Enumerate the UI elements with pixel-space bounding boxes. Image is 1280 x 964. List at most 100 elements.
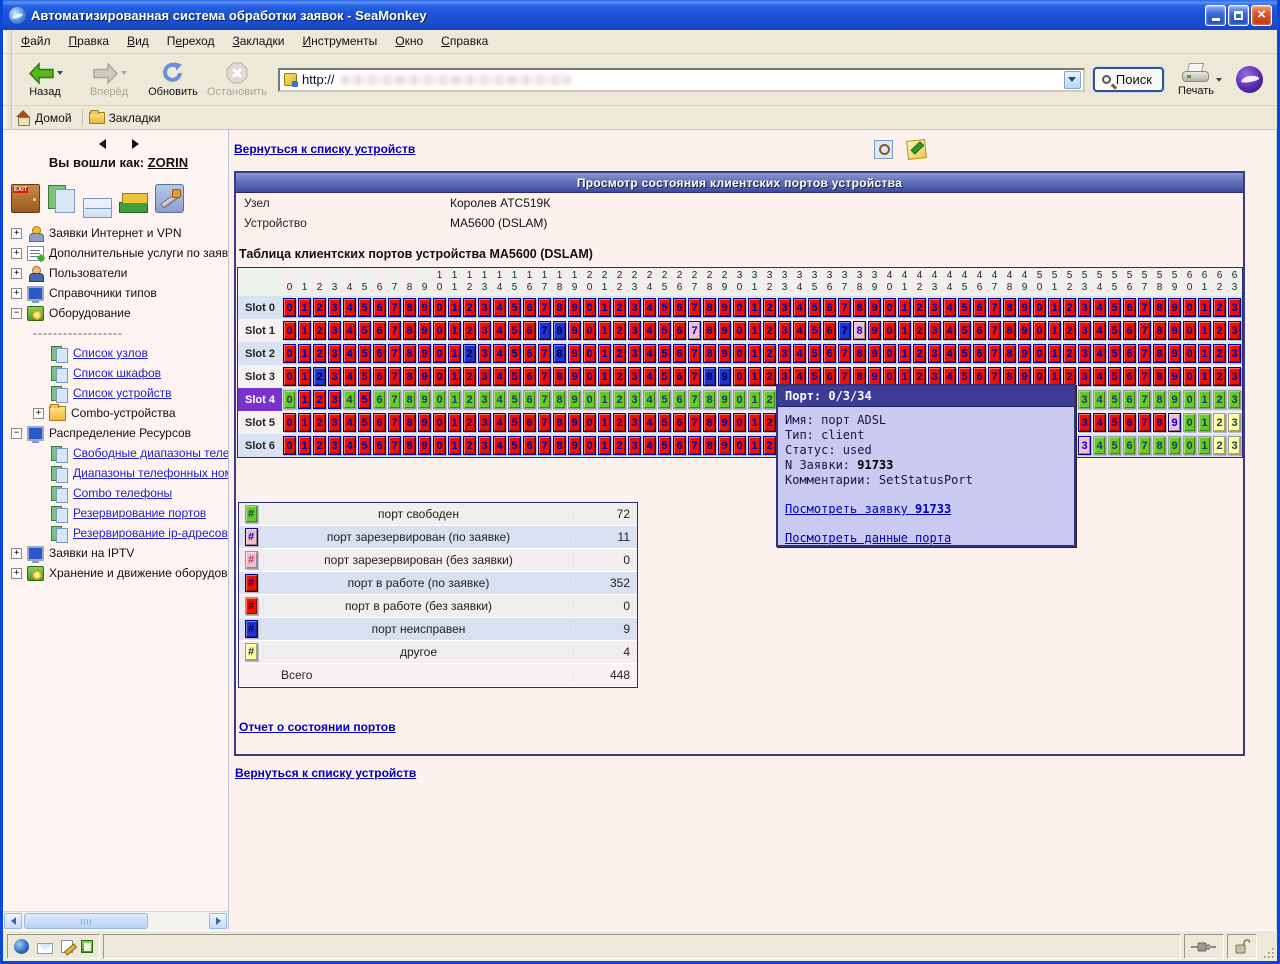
port-cell[interactable]: 0: [733, 436, 746, 455]
url-dropdown-icon[interactable]: [1064, 71, 1081, 89]
print-button[interactable]: Печать: [1178, 63, 1222, 97]
port-cell[interactable]: 2: [1063, 298, 1076, 317]
port-cell[interactable]: 3: [628, 321, 641, 340]
port-cell[interactable]: 2: [913, 321, 926, 340]
port-cell[interactable]: 5: [1108, 367, 1121, 386]
port-cell[interactable]: 7: [538, 298, 551, 317]
port-cell[interactable]: 6: [373, 413, 386, 432]
expand-plus-icon[interactable]: +: [11, 248, 22, 259]
port-cell[interactable]: 7: [1138, 298, 1151, 317]
port-cell[interactable]: 0: [583, 321, 596, 340]
port-cell[interactable]: 4: [493, 390, 506, 409]
port-cell[interactable]: 8: [553, 367, 566, 386]
port-cell[interactable]: 3: [478, 321, 491, 340]
port-cell[interactable]: 1: [298, 436, 311, 455]
port-cell[interactable]: 2: [463, 367, 476, 386]
port-cell[interactable]: 3: [1078, 321, 1091, 340]
port-cell[interactable]: 5: [358, 298, 371, 317]
port-cell[interactable]: 2: [463, 390, 476, 409]
port-cell[interactable]: 2: [613, 321, 626, 340]
menu-Справка[interactable]: Справка: [432, 30, 497, 53]
port-cell[interactable]: 2: [1213, 321, 1226, 340]
port-cell[interactable]: 4: [643, 436, 656, 455]
tree-label[interactable]: Дополнительные услуги по заявкам: [49, 246, 228, 260]
port-cell[interactable]: 9: [718, 413, 731, 432]
port-cell[interactable]: 8: [853, 344, 866, 363]
port-cell[interactable]: 6: [673, 436, 686, 455]
port-cell[interactable]: 5: [508, 390, 521, 409]
mail-icon[interactable]: [83, 198, 112, 218]
port-cell[interactable]: 8: [403, 436, 416, 455]
mail-component-icon[interactable]: [37, 943, 53, 954]
port-cell[interactable]: 1: [748, 344, 761, 363]
port-cell[interactable]: 5: [958, 344, 971, 363]
port-cell[interactable]: 0: [733, 367, 746, 386]
port-cell[interactable]: 4: [793, 344, 806, 363]
menu-Вид[interactable]: Вид: [118, 30, 158, 53]
port-cell[interactable]: 3: [1228, 321, 1241, 340]
tree-label[interactable]: Заявки Интернет и VPN: [49, 226, 182, 240]
reload-button[interactable]: Обновить: [142, 57, 204, 103]
port-cell[interactable]: 3: [1228, 344, 1241, 363]
port-cell[interactable]: 2: [763, 390, 776, 409]
port-cell[interactable]: 7: [838, 321, 851, 340]
port-cell[interactable]: 7: [1138, 344, 1151, 363]
collapse-minus-icon[interactable]: −: [11, 308, 22, 319]
tree-link-Диапазоны телефонных номеров[interactable]: Диапазоны телефонных номеров: [73, 466, 228, 480]
port-cell[interactable]: 2: [763, 298, 776, 317]
tree-link-Резервирование ip-адресов[interactable]: Резервирование ip-адресов: [73, 526, 228, 540]
port-cell[interactable]: 0: [283, 321, 296, 340]
port-cell[interactable]: 3: [328, 413, 341, 432]
tools-icon[interactable]: [155, 184, 184, 213]
port-cell[interactable]: 9: [418, 298, 431, 317]
port-cell[interactable]: 1: [598, 344, 611, 363]
port-cell[interactable]: 2: [1213, 298, 1226, 317]
composer-icon[interactable]: [61, 940, 73, 953]
port-cell[interactable]: 9: [568, 436, 581, 455]
port-cell[interactable]: 1: [598, 436, 611, 455]
tree-link-Резервирование портов[interactable]: Резервирование портов: [73, 506, 206, 520]
port-cell[interactable]: 3: [778, 321, 791, 340]
expand-plus-icon[interactable]: +: [11, 568, 22, 579]
port-cell[interactable]: 5: [658, 298, 671, 317]
port-cell[interactable]: 4: [793, 321, 806, 340]
port-cell[interactable]: 0: [1183, 344, 1196, 363]
port-cell[interactable]: 5: [358, 344, 371, 363]
port-cell[interactable]: 2: [1213, 344, 1226, 363]
port-cell[interactable]: 2: [763, 344, 776, 363]
port-cell[interactable]: 3: [628, 436, 641, 455]
port-cell[interactable]: 5: [658, 321, 671, 340]
port-cell[interactable]: 3: [478, 344, 491, 363]
port-cell[interactable]: 0: [1183, 298, 1196, 317]
port-cell[interactable]: 6: [523, 321, 536, 340]
port-cell[interactable]: 6: [373, 390, 386, 409]
port-cell[interactable]: 9: [718, 390, 731, 409]
port-cell[interactable]: 6: [823, 321, 836, 340]
port-cell[interactable]: 6: [523, 344, 536, 363]
port-cell[interactable]: 2: [313, 321, 326, 340]
port-cell[interactable]: 4: [493, 321, 506, 340]
port-cell[interactable]: 7: [538, 390, 551, 409]
port-cell[interactable]: 1: [598, 390, 611, 409]
port-cell[interactable]: 8: [553, 436, 566, 455]
port-cell[interactable]: 1: [448, 321, 461, 340]
port-cell[interactable]: 6: [523, 390, 536, 409]
port-cell[interactable]: 7: [1138, 390, 1151, 409]
port-cell[interactable]: 0: [433, 367, 446, 386]
expand-plus-icon[interactable]: +: [33, 408, 44, 419]
expand-plus-icon[interactable]: +: [11, 268, 22, 279]
port-cell[interactable]: 4: [943, 321, 956, 340]
port-cell[interactable]: 0: [733, 321, 746, 340]
port-cell[interactable]: 8: [553, 321, 566, 340]
port-cell[interactable]: 4: [343, 413, 356, 432]
port-cell[interactable]: 9: [718, 344, 731, 363]
port-cell[interactable]: 3: [1228, 390, 1241, 409]
port-cell[interactable]: 4: [493, 298, 506, 317]
port-cell[interactable]: 0: [883, 298, 896, 317]
port-cell[interactable]: 1: [748, 436, 761, 455]
port-cell[interactable]: 6: [1123, 413, 1136, 432]
port-cell[interactable]: 2: [313, 344, 326, 363]
port-cell[interactable]: 8: [703, 321, 716, 340]
port-cell[interactable]: 7: [1138, 367, 1151, 386]
collapse-right-icon[interactable]: [132, 139, 139, 149]
